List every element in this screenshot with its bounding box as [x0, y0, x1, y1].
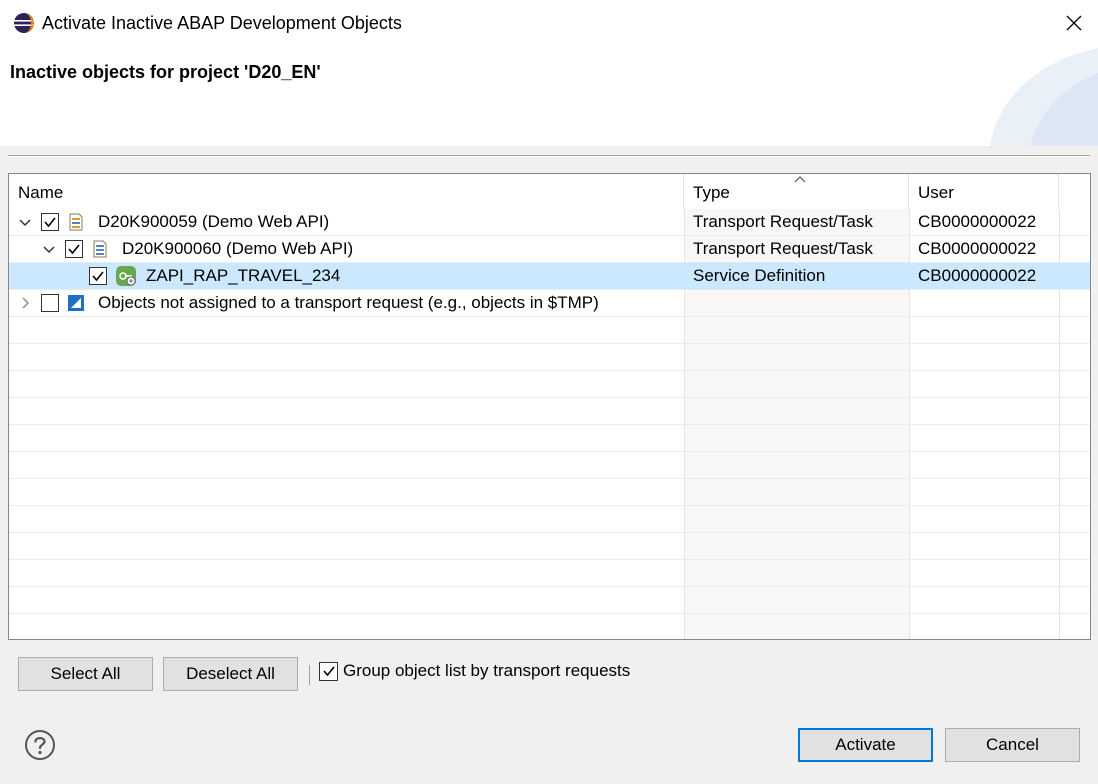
header-separator — [8, 155, 1090, 157]
row-name: ZAPI_RAP_TRAVEL_234 — [146, 266, 341, 285]
row-user — [918, 290, 1058, 316]
row-controls — [89, 263, 137, 289]
empty-row — [9, 533, 1090, 560]
close-button[interactable] — [1050, 0, 1098, 46]
column-header-name[interactable]: Name — [9, 174, 684, 209]
row-controls — [18, 290, 85, 316]
row-name: D20K900059 (Demo Web API) — [98, 212, 330, 231]
row-user: CB0000000022 — [918, 266, 1037, 285]
transport-task-icon — [93, 240, 107, 258]
header-banner-graphic — [990, 48, 1098, 146]
empty-row — [9, 506, 1090, 533]
activate-button[interactable]: Activate — [798, 728, 933, 762]
empty-row — [9, 425, 1090, 452]
row-checkbox[interactable] — [41, 294, 59, 312]
cancel-button[interactable]: Cancel — [945, 728, 1080, 762]
row-name: D20K900060 (Demo Web API) — [122, 239, 354, 258]
empty-row — [9, 452, 1090, 479]
row-user: CB0000000022 — [918, 239, 1037, 258]
empty-row — [9, 398, 1090, 425]
empty-row — [9, 479, 1090, 506]
dialog-body: Name Type User D20K900059 (Demo Web API)… — [0, 146, 1098, 784]
column-header-user[interactable]: User — [909, 174, 1059, 209]
window-title: Activate Inactive ABAP Development Objec… — [42, 13, 402, 33]
row-checkbox[interactable] — [89, 267, 107, 285]
checkmark-icon — [68, 244, 80, 255]
transport-request-icon — [69, 213, 83, 231]
table-row[interactable]: Objects not assigned to a transport requ… — [9, 290, 1090, 317]
service-definition-icon — [116, 266, 136, 286]
row-name: Objects not assigned to a transport requ… — [98, 293, 599, 312]
row-type: Service Definition — [693, 266, 826, 285]
chevron-down-icon[interactable] — [42, 242, 56, 256]
column-header-filler — [1059, 174, 1090, 209]
header-title: Inactive objects for project 'D20_EN' — [10, 62, 321, 82]
chevron-down-icon[interactable] — [18, 215, 32, 229]
empty-row — [9, 344, 1090, 371]
table-header: Name Type User — [9, 174, 1090, 209]
sort-ascending-icon — [794, 176, 806, 183]
row-type: Transport Request/Task — [693, 239, 873, 258]
empty-row — [9, 587, 1090, 614]
eclipse-icon — [14, 13, 34, 33]
empty-row — [9, 614, 1090, 639]
local-objects-icon — [68, 295, 84, 311]
table-row-selected[interactable]: ZAPI_RAP_TRAVEL_234 Service Definition C… — [9, 263, 1090, 290]
empty-row — [9, 371, 1090, 398]
checkmark-icon — [44, 217, 56, 228]
empty-row — [9, 560, 1090, 587]
row-user: CB0000000022 — [918, 212, 1037, 231]
row-checkbox[interactable] — [65, 240, 83, 258]
row-controls — [18, 209, 85, 235]
chevron-right-icon[interactable] — [18, 296, 32, 310]
table-body: D20K900059 (Demo Web API) Transport Requ… — [9, 209, 1090, 639]
table-row[interactable]: D20K900059 (Demo Web API) Transport Requ… — [9, 209, 1090, 236]
deselect-all-button[interactable]: Deselect All — [163, 657, 298, 691]
select-all-button[interactable]: Select All — [18, 657, 153, 691]
row-checkbox[interactable] — [41, 213, 59, 231]
title-bar: Activate Inactive ABAP Development Objec… — [0, 0, 1098, 48]
empty-row — [9, 317, 1090, 344]
row-type — [693, 290, 908, 316]
row-type: Transport Request/Task — [693, 212, 873, 231]
group-by-label: Group object list by transport requests — [343, 661, 631, 680]
checkmark-icon — [322, 666, 335, 677]
inactive-objects-tree-table[interactable]: Name Type User D20K900059 (Demo Web API)… — [8, 173, 1091, 640]
table-row[interactable]: D20K900060 (Demo Web API) Transport Requ… — [9, 236, 1090, 263]
close-icon — [1066, 15, 1082, 31]
help-icon[interactable] — [24, 729, 56, 761]
group-by-transport-checkbox[interactable]: Group object list by transport requests — [319, 661, 630, 681]
dialog-header: Inactive objects for project 'D20_EN' — [0, 48, 1098, 146]
group-by-checkbox-box[interactable] — [319, 661, 338, 681]
row-controls — [42, 236, 109, 262]
button-separator — [309, 665, 310, 685]
checkmark-icon — [92, 271, 104, 282]
